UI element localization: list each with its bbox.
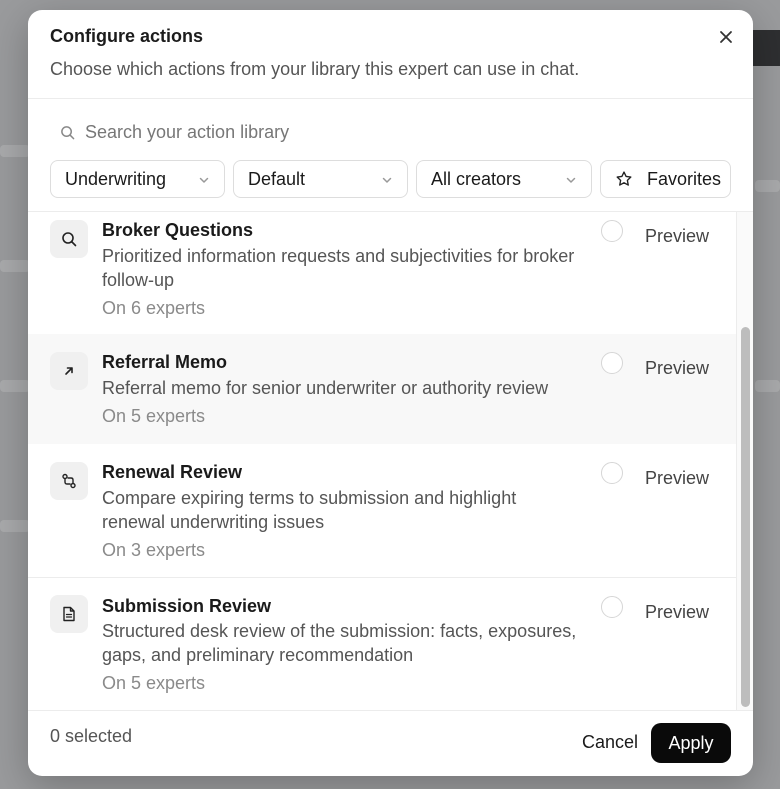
backdrop-shape (0, 380, 30, 392)
action-meta: On 5 experts (102, 673, 206, 693)
divider (28, 710, 753, 711)
star-icon (616, 171, 632, 186)
action-select-checkbox[interactable] (601, 220, 623, 242)
sort-select-value: Default (248, 168, 306, 189)
arrow-up-right-icon (65, 367, 73, 375)
search-input[interactable] (85, 121, 645, 143)
dialog-title: Configure actions (50, 26, 204, 46)
action-title: Broker Questions (102, 220, 254, 240)
close-button[interactable] (717, 28, 735, 46)
preview-button[interactable]: Preview (645, 226, 709, 247)
favorites-button[interactable]: Favorites (600, 160, 731, 198)
backdrop-shape (0, 520, 30, 532)
action-select-checkbox[interactable] (601, 462, 623, 484)
action-meta: On 5 experts (102, 406, 206, 426)
action-description: Compare expiring terms to submission and… (102, 488, 517, 532)
backdrop-shape (755, 180, 780, 192)
dialog-subtitle: Choose which actions from your library t… (50, 59, 580, 79)
action-icon-box (50, 595, 88, 633)
action-meta: On 6 experts (102, 298, 206, 318)
list-item[interactable]: Broker Questions Prioritized information… (28, 212, 736, 334)
action-title: Renewal Review (102, 462, 243, 482)
configure-actions-dialog: Configure actions Choose which actions f… (28, 10, 753, 776)
action-title: Referral Memo (102, 352, 228, 372)
category-select[interactable]: Underwriting (50, 160, 225, 198)
git-compare-icon (62, 473, 76, 489)
apply-button[interactable]: Apply (651, 723, 731, 763)
action-icon-box (50, 352, 88, 390)
favorites-label: Favorites (647, 168, 722, 189)
search-bar (50, 118, 731, 146)
action-icon-box (50, 462, 88, 500)
creator-select-value: All creators (431, 168, 522, 189)
action-select-checkbox[interactable] (601, 596, 623, 618)
action-select-checkbox[interactable] (601, 352, 623, 374)
selected-count: 0 selected (50, 726, 133, 746)
backdrop-shape (755, 380, 780, 392)
sort-select[interactable]: Default (233, 160, 408, 198)
backdrop-shape (0, 260, 30, 272)
preview-button[interactable]: Preview (645, 358, 709, 379)
chevron-down-icon (199, 177, 209, 183)
search-icon (62, 232, 77, 247)
action-icon-box (50, 220, 88, 258)
cancel-button[interactable]: Cancel (562, 722, 658, 762)
list-item[interactable]: Referral Memo Referral memo for senior u… (28, 334, 736, 444)
preview-button[interactable]: Preview (645, 602, 709, 623)
preview-button[interactable]: Preview (645, 468, 709, 489)
creator-select[interactable]: All creators (416, 160, 592, 198)
action-description: Prioritized information requests and sub… (102, 246, 575, 290)
scrollbar-thumb[interactable] (741, 327, 750, 707)
action-list: Broker Questions Prioritized information… (28, 212, 736, 710)
action-description: Referral memo for senior underwriter or … (102, 378, 549, 398)
category-select-value: Underwriting (65, 168, 167, 189)
action-description: Structured desk review of the submission… (102, 621, 577, 665)
list-scrollbar[interactable] (736, 212, 753, 710)
divider (28, 98, 753, 99)
list-item[interactable]: Submission Review Structured desk review… (28, 578, 736, 710)
close-icon (720, 31, 732, 43)
backdrop-shape (0, 145, 30, 157)
search-icon (61, 125, 75, 139)
action-title: Submission Review (102, 596, 272, 616)
document-icon (63, 606, 75, 622)
chevron-down-icon (382, 177, 392, 183)
list-item[interactable]: Renewal Review Compare expiring terms to… (28, 444, 736, 577)
action-meta: On 3 experts (102, 540, 206, 560)
chevron-down-icon (566, 177, 576, 183)
